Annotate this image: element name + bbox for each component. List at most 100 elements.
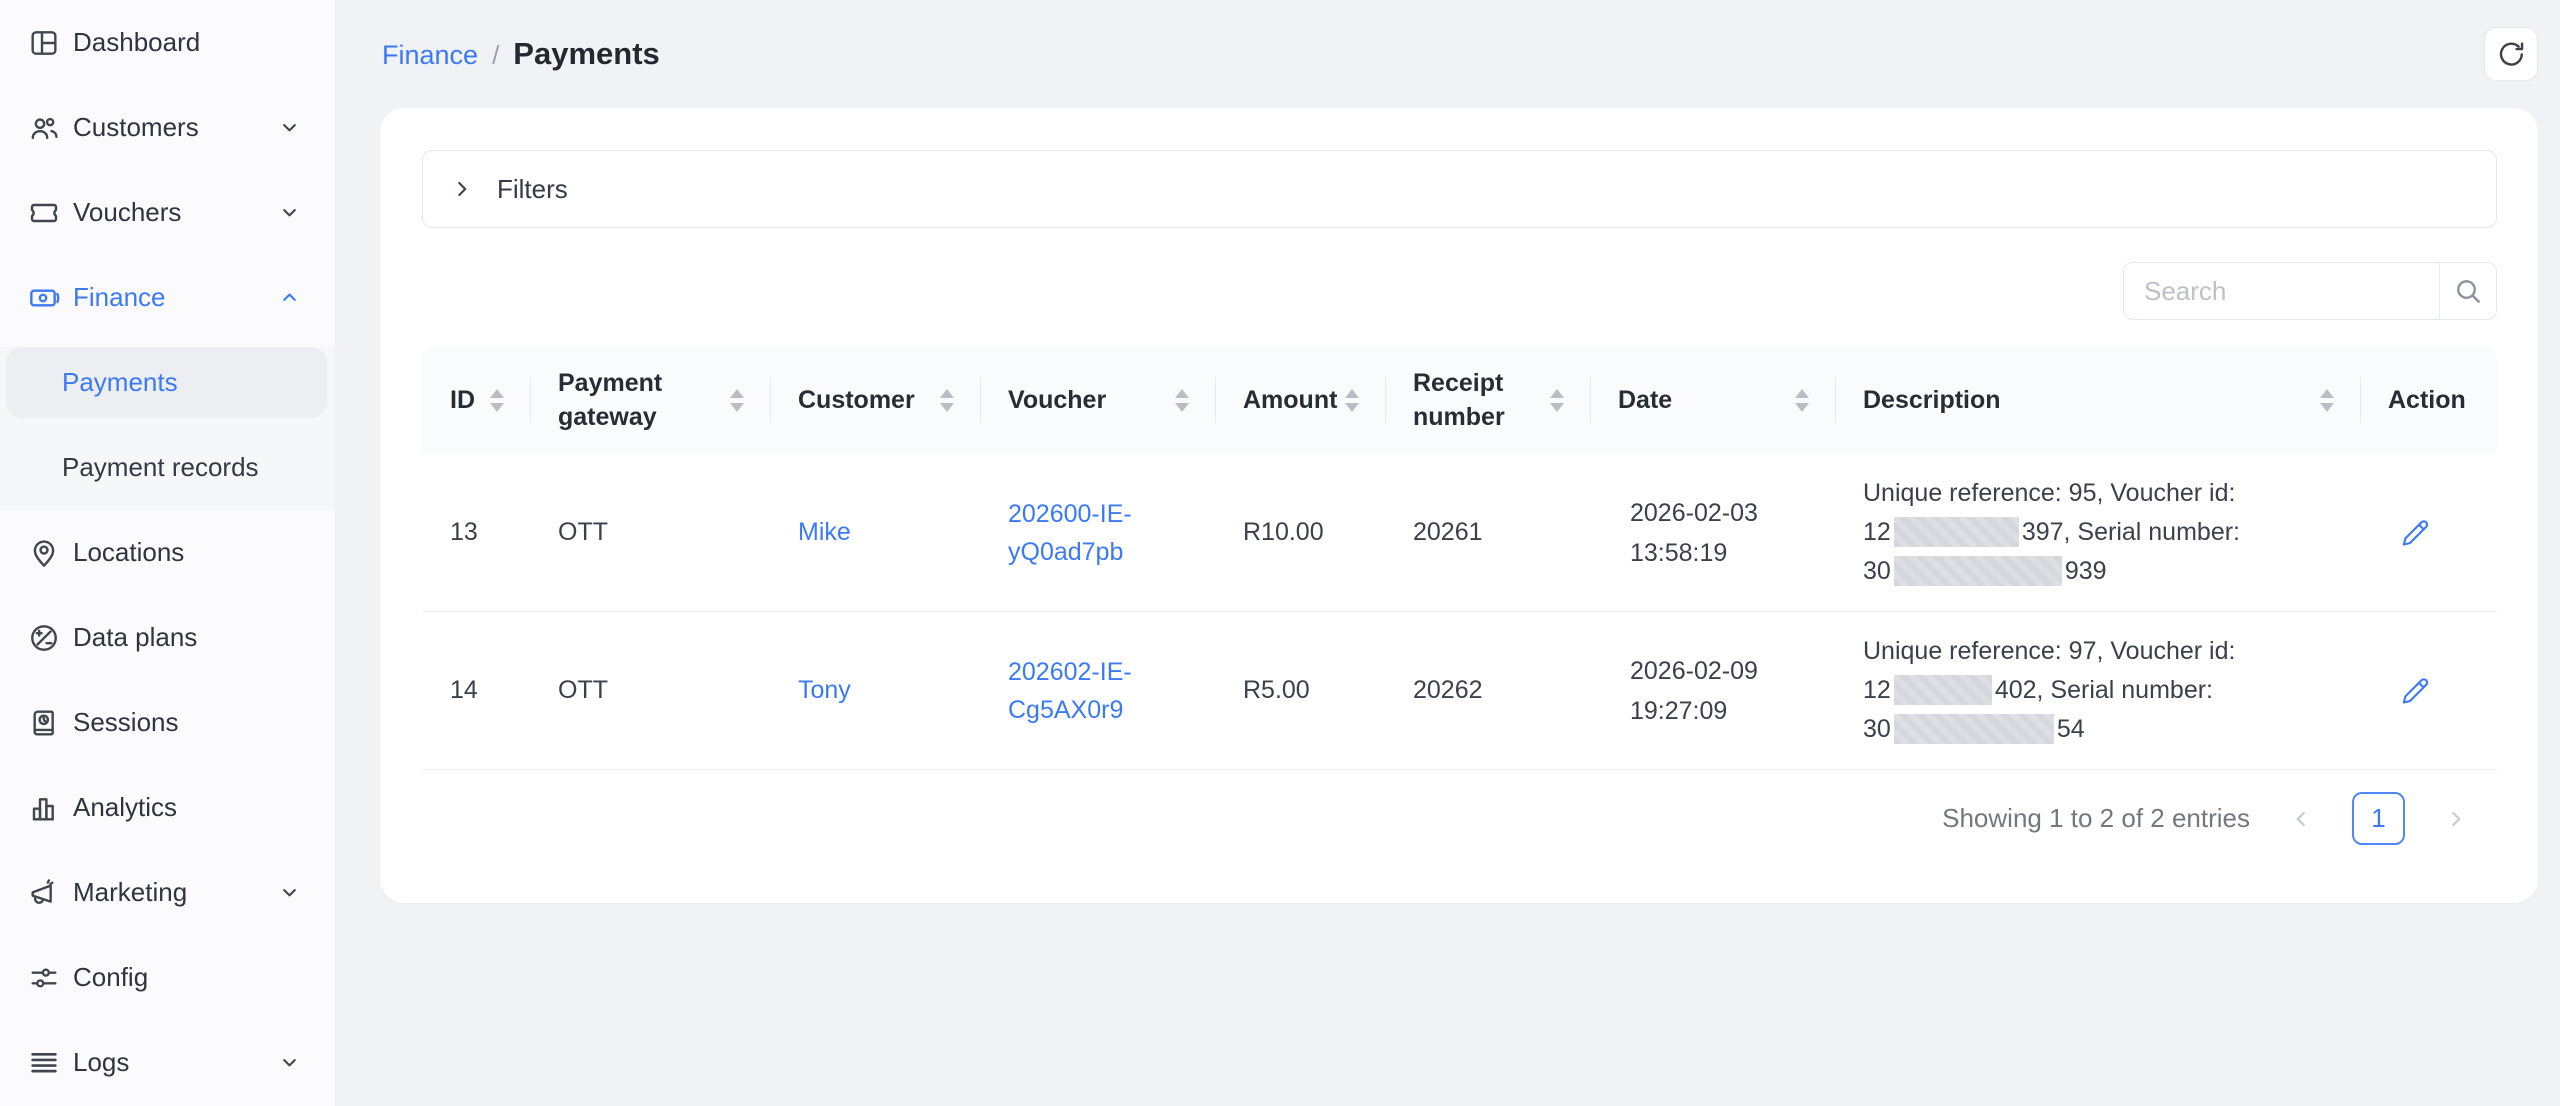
main-content: Finance / Payments Filters <box>336 0 2560 1106</box>
column-header-amount[interactable]: Amount <box>1215 346 1385 454</box>
sidebar-item-analytics[interactable]: Analytics <box>0 765 335 850</box>
finance-icon <box>28 282 60 314</box>
column-header-customer[interactable]: Customer <box>770 346 980 454</box>
sidebar-item-finance[interactable]: Finance <box>0 255 335 340</box>
next-page-button[interactable] <box>2443 806 2469 832</box>
column-header-description[interactable]: Description <box>1835 346 2360 454</box>
column-header-date[interactable]: Date <box>1590 346 1835 454</box>
sidebar-item-dashboard[interactable]: Dashboard <box>0 0 335 85</box>
cell-id: 14 <box>422 676 530 705</box>
chevron-up-icon <box>278 286 301 309</box>
sidebar: Dashboard Customers Vouchers Finance Pay… <box>0 0 336 1106</box>
sidebar-item-label: Payments <box>62 367 178 398</box>
search-input[interactable] <box>2124 263 2439 319</box>
column-header-voucher[interactable]: Voucher <box>980 346 1215 454</box>
chevron-down-icon <box>278 881 301 904</box>
cell-payment-gateway: OTT <box>530 676 770 705</box>
cell-date: 2026-02-09 19:27:09 <box>1630 651 1795 731</box>
topbar: Finance / Payments <box>336 0 2560 108</box>
description-text: 397, Serial number: <box>2022 518 2240 546</box>
sidebar-item-vouchers[interactable]: Vouchers <box>0 170 335 255</box>
sidebar-item-payments[interactable]: Payments <box>6 347 327 418</box>
sidebar-item-marketing[interactable]: Marketing <box>0 850 335 935</box>
sort-icon[interactable] <box>2320 389 2334 412</box>
sidebar-item-logs[interactable]: Logs <box>0 1020 335 1105</box>
search-button[interactable] <box>2439 263 2496 319</box>
breadcrumb-finance-link[interactable]: Finance <box>382 40 478 71</box>
pagination: Showing 1 to 2 of 2 entries 1 <box>422 792 2497 845</box>
column-label: Amount <box>1243 383 1337 417</box>
column-header-receipt-number[interactable]: Receipt number <box>1385 346 1590 454</box>
customer-link[interactable]: Mike <box>798 518 851 547</box>
sidebar-item-label: Data plans <box>73 622 197 653</box>
breadcrumb-separator: / <box>492 40 499 71</box>
chevron-right-icon <box>2443 806 2469 832</box>
pencil-icon <box>2400 676 2430 706</box>
description-text: 30 <box>1863 715 1891 743</box>
sidebar-item-label: Config <box>73 962 148 993</box>
column-label: Action <box>2388 383 2466 417</box>
cell-description: Unique reference: 97, Voucher id: 12402,… <box>1863 612 2235 769</box>
sidebar-item-label: Locations <box>73 537 184 568</box>
customers-icon <box>28 112 60 144</box>
analytics-icon <box>28 792 60 824</box>
sort-icon[interactable] <box>940 389 954 412</box>
logs-icon <box>28 1047 60 1079</box>
cell-receipt-number: 20261 <box>1385 518 1590 547</box>
filters-toggle[interactable]: Filters <box>422 150 2497 228</box>
column-header-action: Action <box>2360 346 2497 454</box>
edit-button[interactable] <box>2396 672 2434 710</box>
cell-amount: R5.00 <box>1215 676 1385 705</box>
sort-icon[interactable] <box>1345 389 1359 412</box>
redacted-text <box>1894 675 1992 705</box>
marketing-icon <box>28 877 60 909</box>
sidebar-item-data-plans[interactable]: Data plans <box>0 595 335 680</box>
redacted-text <box>1894 714 2054 744</box>
sidebar-item-locations[interactable]: Locations <box>0 510 335 595</box>
table-row: 13 OTT Mike 202600-IE-yQ0ad7pb R10.00 20… <box>422 454 2497 612</box>
sidebar-item-payment-records[interactable]: Payment records <box>0 425 335 510</box>
redacted-text <box>1894 517 2019 547</box>
search-icon <box>2453 276 2483 306</box>
chevron-down-icon <box>278 201 301 224</box>
customer-link[interactable]: Tony <box>798 676 851 705</box>
column-label: Payment gateway <box>558 366 730 434</box>
sort-icon[interactable] <box>730 389 744 412</box>
sort-icon[interactable] <box>490 389 504 412</box>
sort-icon[interactable] <box>1550 389 1564 412</box>
cell-id: 13 <box>422 518 530 547</box>
voucher-link[interactable]: 202600-IE-yQ0ad7pb <box>1008 495 1160 571</box>
description-text: 12 <box>1863 676 1891 704</box>
description-text: 54 <box>2057 715 2085 743</box>
cell-description: Unique reference: 95, Voucher id: 12 397,… <box>1863 454 2240 611</box>
page-1-button[interactable]: 1 <box>2352 792 2405 845</box>
prev-page-button[interactable] <box>2288 806 2314 832</box>
chevron-down-icon <box>278 116 301 139</box>
search-row <box>422 262 2497 320</box>
redacted-text <box>1894 556 2062 586</box>
search-box <box>2123 262 2497 320</box>
description-text: Unique reference: 97, Voucher id: <box>1863 637 2235 665</box>
refresh-button[interactable] <box>2484 27 2538 81</box>
sort-icon[interactable] <box>1175 389 1189 412</box>
column-header-id[interactable]: ID <box>422 346 530 454</box>
chevron-down-icon <box>278 1051 301 1074</box>
sort-icon[interactable] <box>1795 389 1809 412</box>
voucher-link[interactable]: 202602-IE-Cg5AX0r9 <box>1008 653 1160 729</box>
sidebar-item-label: Vouchers <box>73 197 181 228</box>
description-text: Unique reference: 95, Voucher id: <box>1863 479 2235 507</box>
cell-receipt-number: 20262 <box>1385 676 1590 705</box>
sidebar-item-sessions[interactable]: Sessions <box>0 680 335 765</box>
column-header-payment-gateway[interactable]: Payment gateway <box>530 346 770 454</box>
sidebar-item-label: Marketing <box>73 877 187 908</box>
sidebar-item-config[interactable]: Config <box>0 935 335 1020</box>
payments-table: ID Payment gateway Customer Voucher Amou… <box>422 346 2497 845</box>
description-text: 30 <box>1863 557 1891 585</box>
column-label: Receipt number <box>1413 366 1550 434</box>
cell-amount: R10.00 <box>1215 518 1385 547</box>
sidebar-item-customers[interactable]: Customers <box>0 85 335 170</box>
description-text: 12 <box>1863 518 1891 546</box>
edit-button[interactable] <box>2396 514 2434 552</box>
sidebar-item-label: Dashboard <box>73 27 200 58</box>
sidebar-item-label: Logs <box>73 1047 129 1078</box>
